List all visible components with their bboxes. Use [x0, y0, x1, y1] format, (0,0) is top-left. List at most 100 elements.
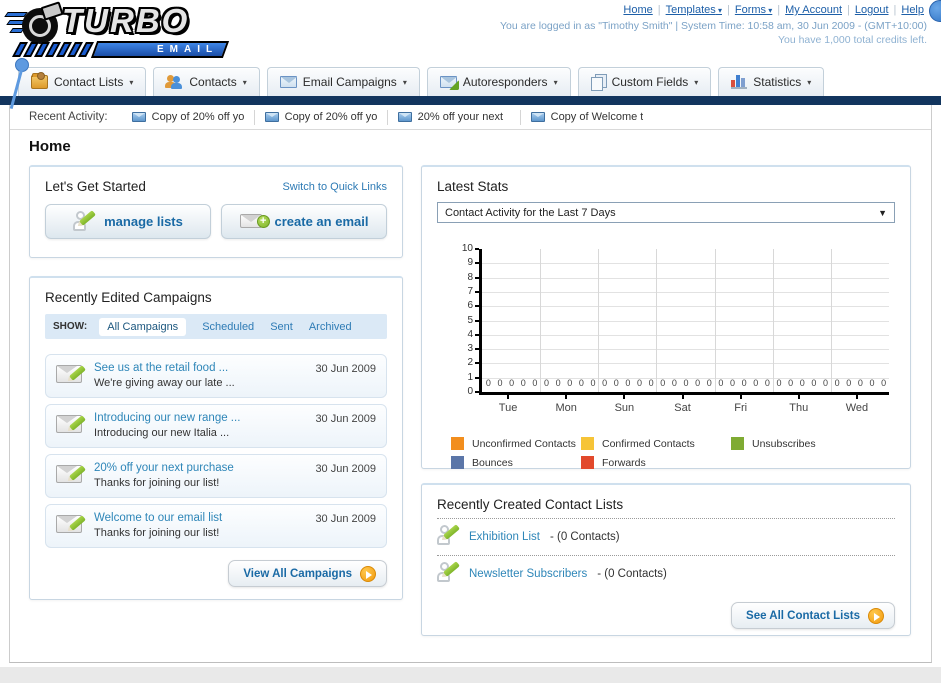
campaign-row: Welcome to our email list Thanks for join… — [45, 504, 387, 548]
filter-all-campaigns[interactable]: All Campaigns — [99, 317, 187, 336]
recent-activity-item[interactable]: Copy of 20% off yo — [122, 110, 254, 125]
campaign-row: 20% off your next purchase Thanks for joi… — [45, 454, 387, 498]
legend-label: Confirmed Contacts — [602, 437, 695, 450]
series-value-label: 0 — [718, 378, 724, 388]
tab-email-campaigns[interactable]: Email Campaigns ▾ — [266, 67, 420, 96]
top-link-my-account[interactable]: My Account — [785, 4, 842, 16]
top-link-logout[interactable]: Logout — [855, 4, 889, 16]
chevron-down-icon: ▾ — [766, 6, 773, 15]
x-category-label: Fri — [734, 402, 748, 414]
y-gridline — [482, 320, 889, 322]
stats-report-select[interactable]: Contact Activity for the Last 7 Days ▼ — [437, 202, 895, 223]
get-started-title: Let's Get Started — [45, 179, 146, 194]
series-value-label: 0 — [776, 378, 782, 388]
campaign-subtitle: Thanks for joining our list! — [94, 477, 220, 489]
contact-list-row: Exhibition List - (0 Contacts) — [437, 518, 895, 555]
turbo-email-dashboard: TURBO EMAIL Home | Templates ▾ | Forms ▾ | My … — [0, 0, 941, 683]
switch-quick-links[interactable]: Switch to Quick Links — [282, 181, 387, 193]
filter-sent[interactable]: Sent — [270, 321, 293, 333]
activity-item-label: Copy of 20% off yo — [284, 111, 377, 123]
top-link-forms[interactable]: Forms ▾ — [735, 4, 772, 16]
campaign-subtitle: Introducing our new Italia ... — [94, 427, 230, 439]
series-value-label: 0 — [834, 378, 840, 388]
campaign-date: 30 Jun 2009 — [315, 513, 376, 525]
campaign-filter-bar: SHOW: All Campaigns Scheduled Sent Archived — [45, 314, 387, 339]
x-tick-mark — [623, 395, 626, 399]
series-value-label: 0 — [764, 378, 770, 388]
series-value-label: 0 — [695, 378, 701, 388]
contacts-icon — [165, 75, 183, 89]
legend-swatch — [451, 437, 464, 450]
person-pencil-icon — [437, 524, 460, 549]
contact-list-link[interactable]: Newsletter Subscribers — [469, 568, 587, 580]
top-link-templates[interactable]: Templates ▾ — [666, 4, 722, 16]
recent-activity-item[interactable]: 20% off your next — [386, 109, 520, 125]
statistics-icon — [731, 75, 748, 89]
chart-plot-area: 00000000000000000000000000000000000 — [479, 249, 889, 395]
help-bubble-button[interactable] — [929, 0, 941, 22]
view-all-campaigns-label: View All Campaigns — [243, 567, 352, 580]
recent-campaigns-panel: Recently Edited Campaigns SHOW: All Camp… — [29, 276, 403, 600]
envelope-plus-icon: + — [239, 213, 270, 230]
y-tick-mark — [475, 391, 479, 393]
top-header: TURBO EMAIL Home | Templates ▾ | Forms ▾ | My … — [0, 0, 941, 110]
filter-archived[interactable]: Archived — [309, 321, 352, 333]
see-all-contact-lists-button[interactable]: See All Contact Lists — [731, 602, 895, 629]
contact-list-link[interactable]: Exhibition List — [469, 531, 540, 543]
campaign-row: See us at the retail food ... We're givin… — [45, 354, 387, 398]
login-info: You are logged in as "Timothy Smith" | S… — [500, 20, 927, 32]
x-category-label: Wed — [845, 402, 869, 414]
envelope-pencil-icon — [56, 514, 86, 536]
campaign-title-link[interactable]: See us at the retail food ... — [94, 362, 305, 374]
y-tick-label: 10 — [461, 243, 473, 254]
tab-custom-fields[interactable]: Custom Fields ▾ — [577, 67, 712, 96]
group-separator — [714, 249, 716, 392]
tab-contact-lists[interactable]: Contact Lists ▾ — [18, 67, 147, 96]
custom-fields-icon — [590, 74, 607, 91]
y-tick-label: 1 — [467, 371, 473, 383]
legend-swatch — [581, 437, 594, 450]
filter-scheduled[interactable]: Scheduled — [202, 321, 254, 333]
tab-contacts[interactable]: Contacts ▾ — [153, 67, 260, 96]
recent-activity-item[interactable]: Copy of Welcome to — [519, 109, 653, 125]
y-tick-mark — [475, 362, 479, 365]
series-value-label: 0 — [730, 378, 736, 388]
series-value-label: 0 — [555, 378, 561, 388]
contact-list-count: - (0 Contacts) — [597, 568, 667, 580]
manage-lists-button[interactable]: manage lists — [45, 204, 211, 239]
series-value-label: 0 — [636, 378, 642, 388]
y-gridline — [482, 291, 889, 293]
series-value-label: 0 — [509, 378, 515, 388]
logo-text-email: EMAIL — [156, 44, 218, 55]
legend-item-bounces: Bounces — [451, 456, 581, 469]
left-column: Let's Get Started Switch to Quick Links … — [29, 165, 403, 636]
chevron-down-icon: ▾ — [807, 77, 812, 87]
campaign-filters: All Campaigns Scheduled Sent Archived — [99, 317, 352, 336]
campaign-title-link[interactable]: 20% off your next purchase — [94, 462, 305, 474]
create-email-button[interactable]: + create an email — [221, 204, 387, 239]
activity-item-label: Copy of Welcome to — [550, 111, 643, 123]
campaign-title-link[interactable]: Welcome to our email list — [94, 512, 305, 524]
top-link-help[interactable]: Help — [901, 4, 924, 16]
top-link-home[interactable]: Home — [623, 4, 652, 16]
series-value-label: 0 — [613, 378, 619, 388]
tab-label: Email Campaigns — [302, 75, 397, 89]
legend-swatch — [581, 456, 594, 469]
link-separator: | — [777, 4, 781, 16]
recent-activity-item[interactable]: Copy of 20% off yo — [253, 109, 387, 125]
autoresponders-icon — [439, 76, 459, 90]
arrow-right-icon — [868, 607, 884, 624]
footer-strip — [0, 667, 941, 683]
activity-item-label: Copy of 20% off yo — [151, 111, 244, 123]
tab-autoresponders[interactable]: Autoresponders ▾ — [426, 67, 571, 96]
series-value-label: 0 — [567, 378, 573, 388]
tab-statistics[interactable]: Statistics ▾ — [718, 67, 825, 96]
manage-lists-label: manage lists — [104, 214, 183, 229]
see-all-contact-lists-label: See All Contact Lists — [746, 609, 860, 622]
tab-label: Contacts — [189, 75, 237, 89]
campaign-title-link[interactable]: Introducing our new range ... — [94, 412, 305, 424]
y-tick-mark — [475, 348, 479, 351]
recent-activity-bar: Recent Activity: Copy of 20% off yo Copy … — [10, 105, 931, 130]
view-all-campaigns-button[interactable]: View All Campaigns — [228, 560, 387, 587]
x-category-label: Sun — [614, 402, 635, 414]
